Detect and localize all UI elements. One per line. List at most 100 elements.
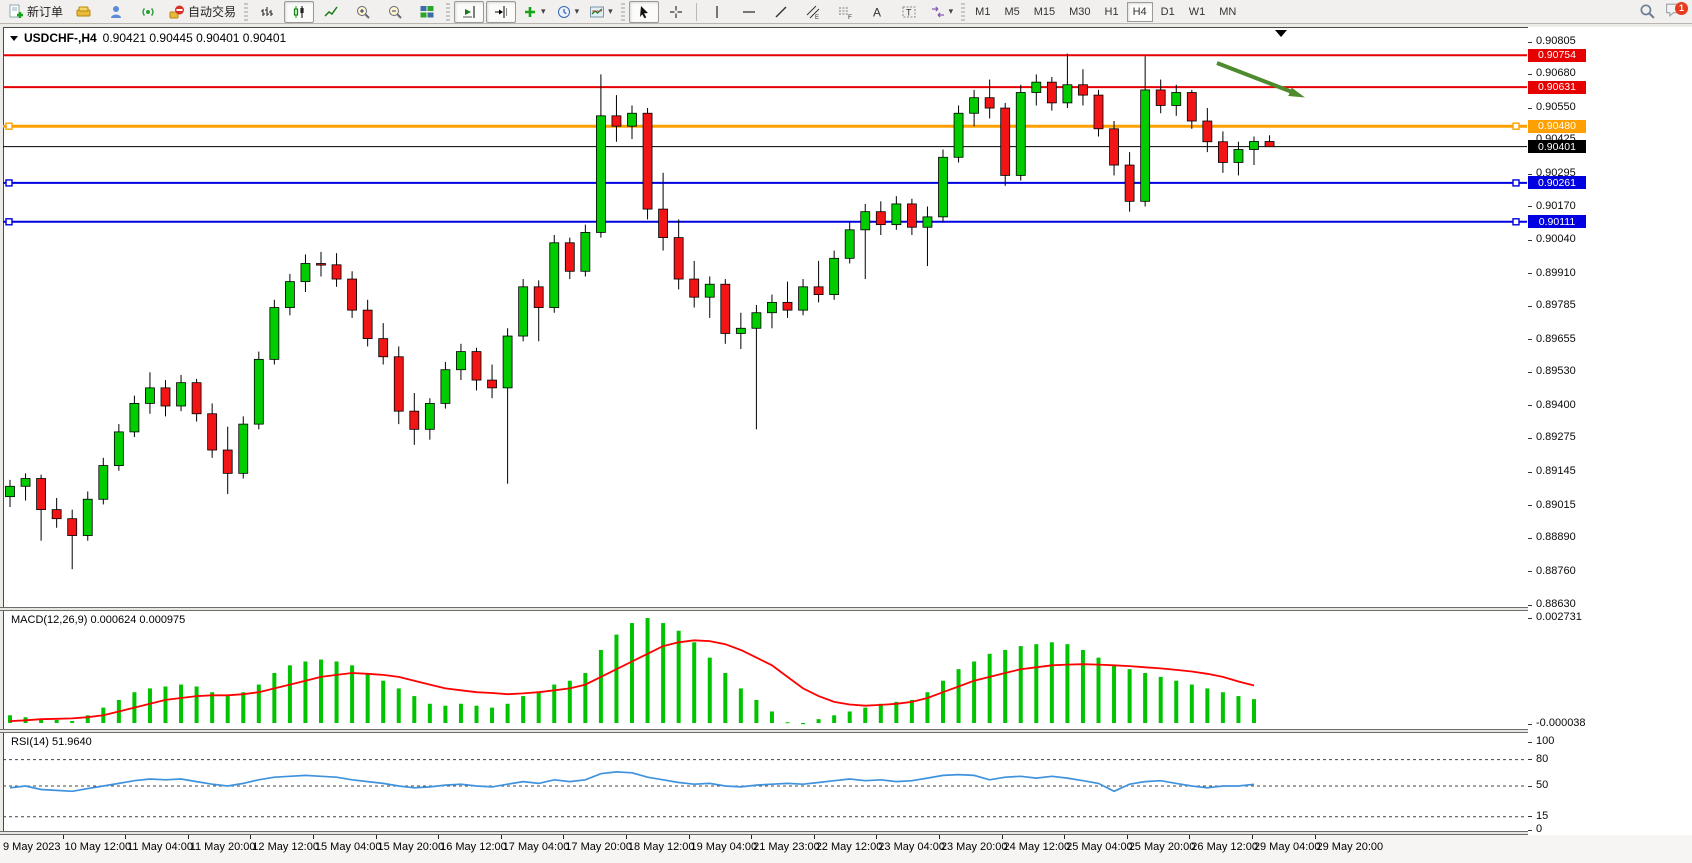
timeframe-m1[interactable]: M1 <box>969 2 996 22</box>
macd-tick-label: -0.000038 <box>1536 717 1586 729</box>
time-tickmark <box>313 835 314 839</box>
text-label-button[interactable]: T <box>894 1 924 23</box>
auto-scroll-button[interactable] <box>454 1 484 23</box>
notifications-button[interactable]: 1 <box>1664 1 1682 23</box>
time-label: 17 May 04:00 <box>503 841 570 853</box>
zoom-out-icon <box>387 4 403 20</box>
trendline-button[interactable] <box>766 1 796 23</box>
toolbar-grip[interactable] <box>961 3 965 21</box>
time-label: 15 May 20:00 <box>378 841 445 853</box>
signals-button[interactable] <box>133 1 163 23</box>
price-badge: 0.90631 <box>1528 81 1586 94</box>
time-label: 11 May 04:00 <box>127 841 193 853</box>
time-tickmark <box>1002 835 1003 839</box>
timeframe-d1[interactable]: D1 <box>1155 2 1181 22</box>
time-tickmark <box>501 835 502 839</box>
collapse-icon[interactable] <box>10 36 18 41</box>
price-tickmark <box>1528 42 1532 43</box>
search-icon[interactable] <box>1639 3 1656 20</box>
dropdown-caret: ▾ <box>575 6 580 17</box>
price-tickmark <box>1528 108 1532 109</box>
time-label: 29 May 20:00 <box>1317 841 1384 853</box>
macd-indicator-label: MACD(12,26,9) 0.000624 0.000975 <box>11 614 185 626</box>
price-tickmark <box>1528 74 1532 75</box>
text-button[interactable]: A <box>862 1 892 23</box>
time-label: 25 May 20:00 <box>1129 841 1196 853</box>
time-tickmark <box>939 835 940 839</box>
svg-text:F: F <box>848 14 852 20</box>
cursor-button[interactable] <box>629 1 659 23</box>
timeframe-m5[interactable]: M5 <box>998 2 1025 22</box>
svg-text:A: A <box>873 5 881 19</box>
time-label: 10 May 12:00 <box>65 841 132 853</box>
time-tickmark <box>626 835 627 839</box>
panel-splitter[interactable] <box>0 729 1692 733</box>
timeframe-m30[interactable]: M30 <box>1063 2 1096 22</box>
new-order-icon <box>8 4 24 20</box>
tile-windows-icon <box>419 4 435 20</box>
autotrading-button[interactable]: 自动交易 <box>165 1 240 23</box>
crosshair-button[interactable] <box>661 1 691 23</box>
price-badge: 0.90111 <box>1528 215 1586 228</box>
price-tickmark <box>1528 206 1532 207</box>
dropdown-caret: ▾ <box>541 6 546 17</box>
price-tick-label: 0.90550 <box>1536 101 1576 113</box>
time-tickmark <box>63 835 64 839</box>
price-tickmark <box>1528 472 1532 473</box>
indicators-button[interactable]: ▾ <box>518 1 550 23</box>
time-tickmark <box>1127 835 1128 839</box>
price-badge: 0.90480 <box>1528 120 1586 133</box>
time-label: 29 May 04:00 <box>1254 841 1321 853</box>
toolbar-grip[interactable] <box>244 3 248 21</box>
clock-icon <box>556 4 572 20</box>
timeframe-h4[interactable]: H4 <box>1127 2 1153 22</box>
time-tickmark <box>1252 835 1253 839</box>
arrows-button[interactable]: ▾ <box>926 1 958 23</box>
gold-icon <box>76 4 92 20</box>
zoom-out-button[interactable] <box>380 1 410 23</box>
price-tickmark <box>1528 240 1532 241</box>
equidistant-channel-button[interactable]: E <box>798 1 828 23</box>
time-label: 22 May 12:00 <box>816 841 883 853</box>
toolbar-grip[interactable] <box>621 3 625 21</box>
fibonacci-button[interactable]: F <box>830 1 860 23</box>
macd-panel[interactable] <box>3 611 1529 729</box>
time-label: 26 May 12:00 <box>1191 841 1258 853</box>
advisor-icon <box>108 4 124 20</box>
toolbar-grip[interactable] <box>446 3 450 21</box>
autotrading-label: 自动交易 <box>188 3 236 20</box>
price-tickmark <box>1528 306 1532 307</box>
price-tickmark <box>1528 339 1532 340</box>
timeframe-mn[interactable]: MN <box>1213 2 1242 22</box>
time-label: 23 May 20:00 <box>941 841 1008 853</box>
rsi-panel[interactable] <box>3 733 1529 831</box>
tile-windows-button[interactable] <box>412 1 442 23</box>
periods-button[interactable]: ▾ <box>552 1 584 23</box>
text-icon: A <box>869 4 885 20</box>
candlestick-chart-button[interactable] <box>284 1 314 23</box>
time-tickmark <box>563 835 564 839</box>
main-chart-panel[interactable] <box>3 27 1529 608</box>
new-order-button[interactable]: 新订单 <box>4 1 67 23</box>
zoom-in-button[interactable] <box>348 1 378 23</box>
timeframe-h1[interactable]: H1 <box>1099 2 1125 22</box>
price-tickmark <box>1528 273 1532 274</box>
vertical-line-button[interactable] <box>702 1 732 23</box>
chart-shift-button[interactable] <box>486 1 516 23</box>
time-label: 18 May 12:00 <box>628 841 695 853</box>
horizontal-line-button[interactable] <box>734 1 764 23</box>
panel-splitter[interactable] <box>0 607 1692 611</box>
timeframe-w1[interactable]: W1 <box>1183 2 1212 22</box>
expert-advisor-button[interactable] <box>101 1 131 23</box>
timeframe-m15[interactable]: M15 <box>1028 2 1061 22</box>
line-chart-button[interactable] <box>316 1 346 23</box>
zoom-in-icon <box>355 4 371 20</box>
bar-chart-button[interactable] <box>252 1 282 23</box>
time-tickmark <box>814 835 815 839</box>
time-tickmark <box>188 835 189 839</box>
templates-button[interactable]: ▾ <box>585 1 617 23</box>
market-watch-button[interactable] <box>69 1 99 23</box>
dropdown-caret: ▾ <box>608 6 613 17</box>
indicators-icon <box>522 4 538 20</box>
quote-ohlc: 0.90421 0.90445 0.90401 0.90401 <box>103 31 287 45</box>
